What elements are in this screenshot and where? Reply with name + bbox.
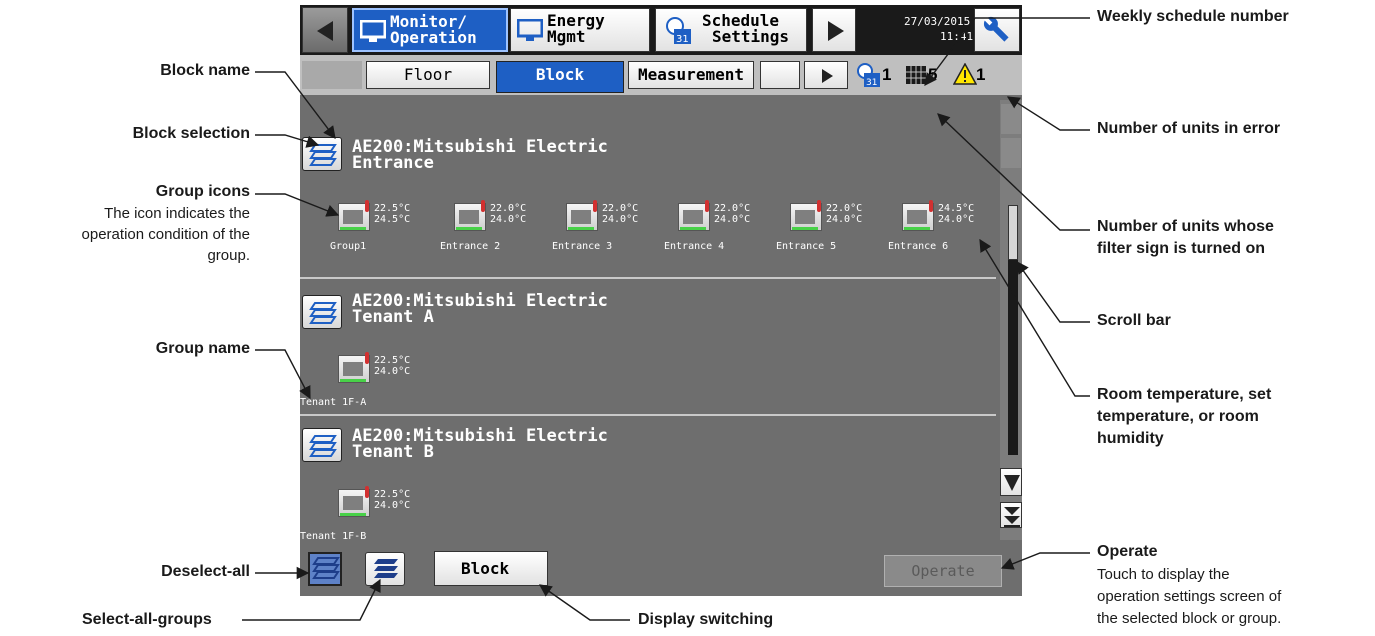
leader-block-selection (255, 134, 320, 148)
leader-group-icons (255, 193, 340, 217)
leader-scroll-bar (1016, 260, 1090, 323)
leader-block-name (255, 71, 336, 140)
leader-operate (1000, 552, 1090, 570)
leader-filter-sign (937, 113, 1090, 231)
leader-select-all-groups (242, 578, 381, 621)
leader-lines (242, 17, 1090, 621)
leader-units-in-error (1006, 96, 1090, 131)
leader-room-temp (979, 238, 1090, 397)
leader-group-name (255, 349, 311, 400)
leader-display-switching (538, 584, 630, 621)
leader-weekly-schedule (924, 17, 1090, 87)
